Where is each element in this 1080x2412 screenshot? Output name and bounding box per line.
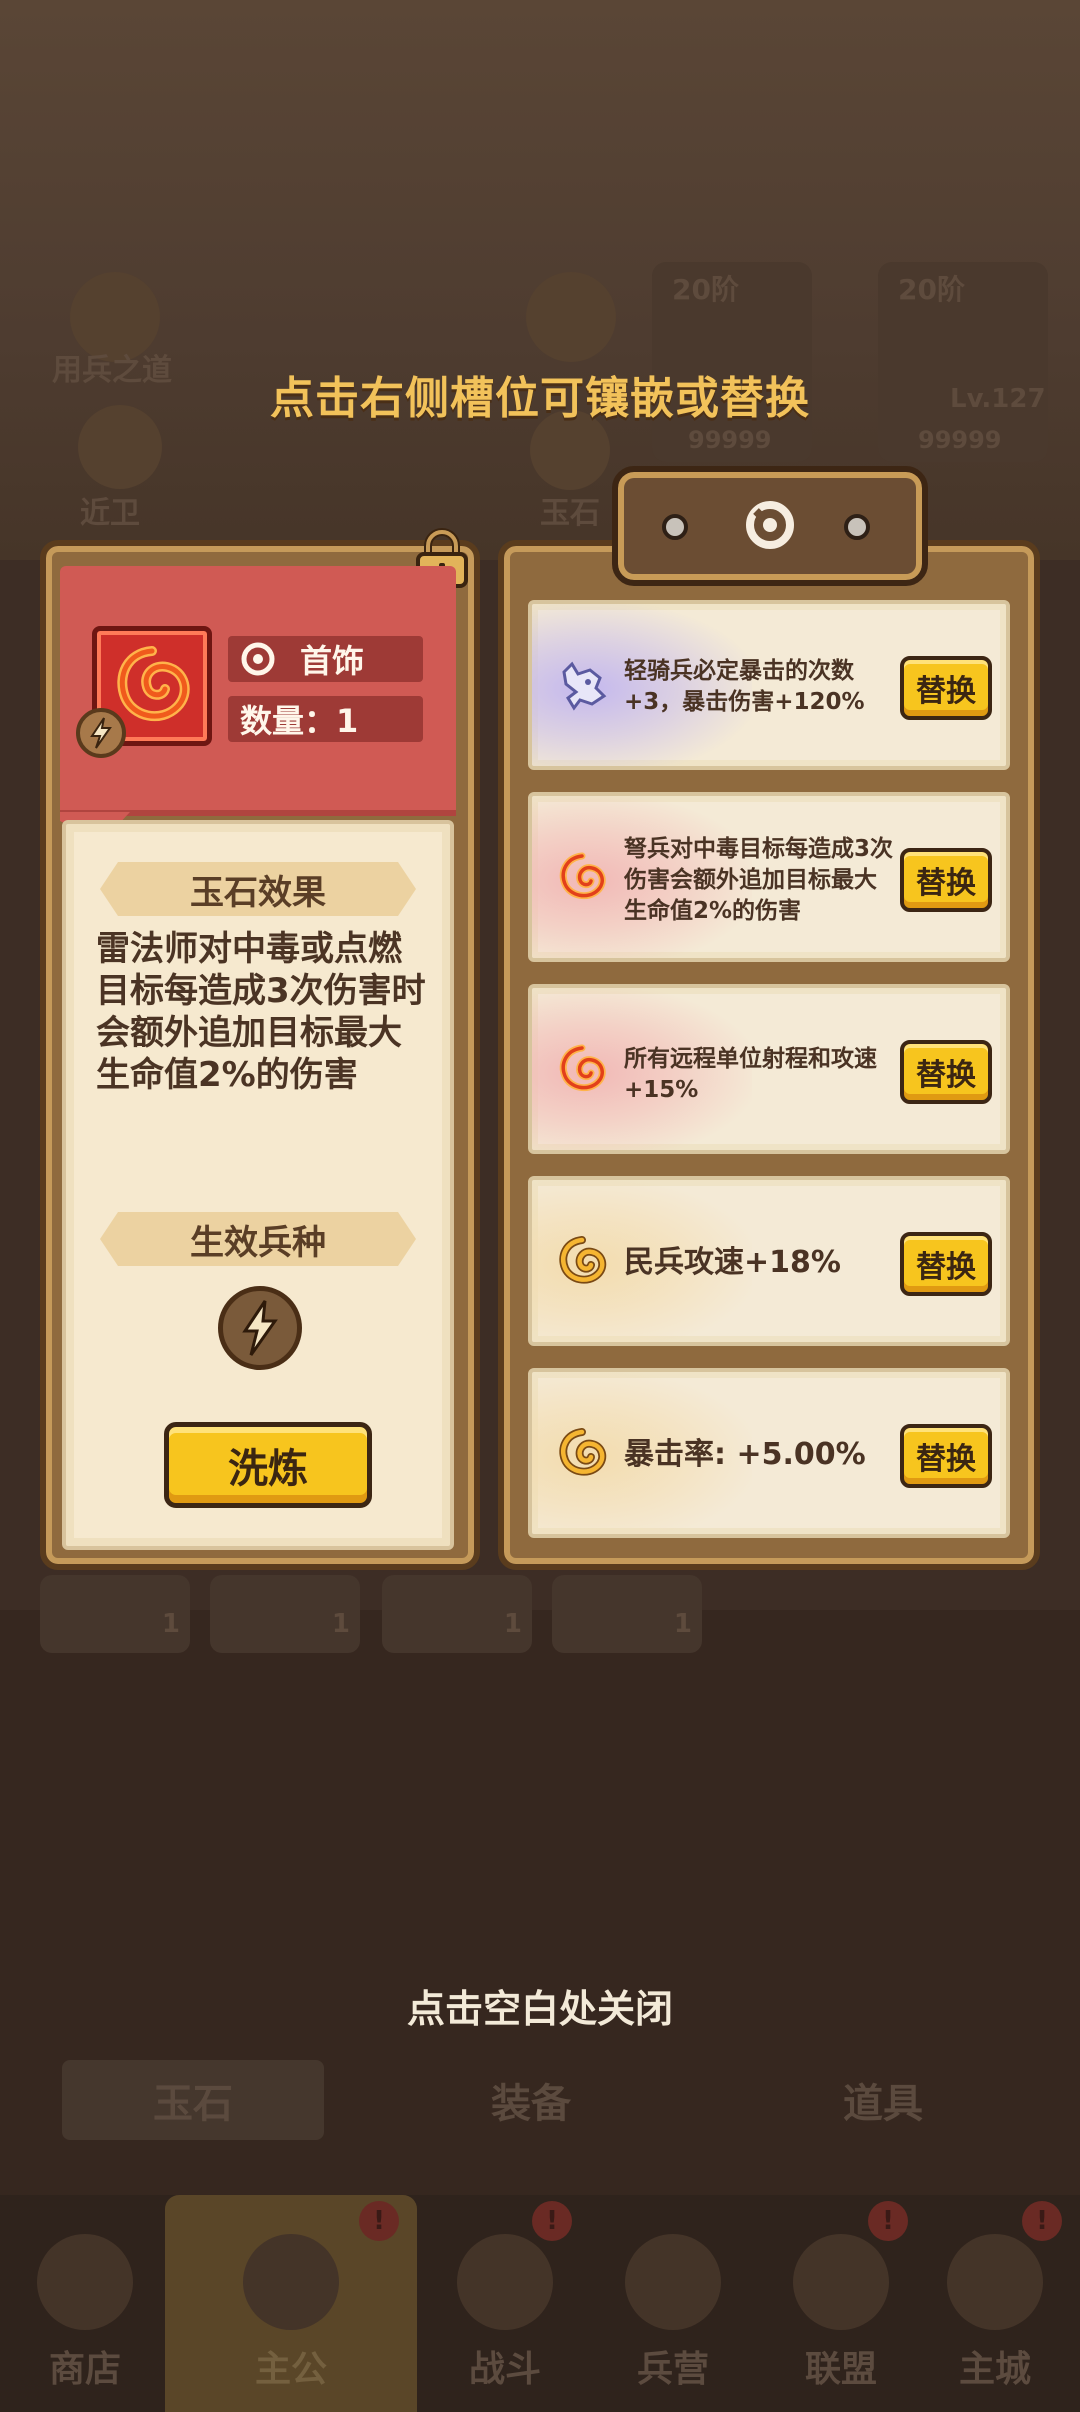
nav-shop[interactable]: 商店 [0,2195,170,2412]
bg-inventory-slot: 1 [552,1575,702,1653]
city-icon [947,2234,1043,2330]
red-swirl-gem-icon [559,852,606,900]
bg-inventory-slot: 1 [210,1575,360,1653]
lord-icon [243,2234,339,2330]
tab-items[interactable]: 道具 [752,2060,1014,2140]
hero-portrait-icon [526,272,616,362]
nav-lord[interactable]: 主公! [165,2195,417,2412]
plate-rivet-icon [662,514,688,540]
effect-description: 雷法师对中毒或点燃目标每造成3次伤害时会额外追加目标最大生命值2%的伤害 [96,929,426,1095]
quantity-tag: 数量：1 [228,696,423,742]
bg-inventory-slot: 1 [40,1575,190,1653]
gold-swirl-gem-icon [559,1428,607,1476]
replace-button[interactable]: 替换 [900,1424,992,1488]
replace-button[interactable]: 替换 [900,848,992,912]
hero-card-stars: 99999 [688,426,772,454]
plate-rivet-icon [844,514,870,540]
bg-label-guard: 近卫 [80,496,140,531]
slot-effect-text: 所有远程单位射程和攻速+15% [624,1046,877,1103]
bg-inventory-slot: 1 [382,1575,532,1653]
slot-effect-text: 暴击率: +5.00% [624,1437,866,1472]
tab-jade[interactable]: 玉石 [62,2060,324,2140]
refine-button[interactable]: 洗炼 [164,1422,372,1508]
hero-card-tier: 20阶 [672,273,739,306]
wolf-gem-icon [562,661,607,711]
slot-row[interactable]: 弩兵对中毒目标每造成3次伤害会额外追加目标最大生命值2%的伤害 替换 [528,792,1010,962]
bg-label-jade: 玉石 [540,496,600,531]
battle-icon [457,2234,553,2330]
necklace-icon [746,501,794,549]
instruction-text: 点击右侧槽位可镶嵌或替换 [270,373,810,424]
barracks-icon [625,2234,721,2330]
shop-icon [37,2234,133,2330]
bottom-nav: 商店 主公! 战斗! 兵营 联盟! 主城! [0,2195,1080,2412]
replace-button[interactable]: 替换 [900,1040,992,1104]
replace-button[interactable]: 替换 [900,1232,992,1296]
slot-row[interactable]: 民兵攻速+18% 替换 [528,1176,1010,1346]
replace-button[interactable]: 替换 [900,656,992,720]
nav-main-city[interactable]: 主城! [910,2195,1080,2412]
slot-row[interactable]: 轻骑兵必定暴击的次数+3，暴击伤害+120% 替换 [528,600,1010,770]
nav-barracks[interactable]: 兵营 [588,2195,758,2412]
slot-effect-text: 民兵攻速+18% [624,1245,841,1280]
quantity-label: 数量：1 [240,702,359,740]
slot-effect-text: 弩兵对中毒目标每造成3次伤害会额外追加目标最大生命值2%的伤害 [624,836,894,924]
necklace-icon [241,642,275,676]
red-swirl-gem-icon [559,1044,606,1092]
alert-badge-icon: ! [359,2201,399,2241]
slot-effect-text: 轻骑兵必定暴击的次数+3，暴击伤害+120% [624,658,865,715]
category-tag: 首饰 [228,636,423,682]
category-label: 首饰 [300,642,365,680]
nav-battle[interactable]: 战斗! [420,2195,590,2412]
lightning-troop-icon [218,1286,302,1370]
gold-swirl-gem-icon [559,1236,607,1284]
inventory-tabs: 玉石 装备 道具 [0,2060,1080,2150]
slot-row[interactable]: 所有远程单位射程和攻速+15% 替换 [528,984,1010,1154]
close-hint-text[interactable]: 点击空白处关闭 [0,1978,1080,2033]
hero-card-stars: 99999 [918,426,1002,454]
effect-title: 玉石效果 [100,862,416,916]
alert-badge-icon: ! [1022,2201,1062,2241]
alliance-icon [793,2234,889,2330]
hero-card-tier: 20阶 [898,273,965,306]
troop-type-title: 生效兵种 [100,1212,416,1266]
alert-badge-icon: ! [868,2201,908,2241]
lightning-badge-icon [76,708,126,758]
slot-row[interactable]: 暴击率: +5.00% 替换 [528,1368,1010,1538]
alert-badge-icon: ! [532,2201,572,2241]
nav-alliance[interactable]: 联盟! [756,2195,926,2412]
tab-equipment[interactable]: 装备 [400,2060,662,2140]
